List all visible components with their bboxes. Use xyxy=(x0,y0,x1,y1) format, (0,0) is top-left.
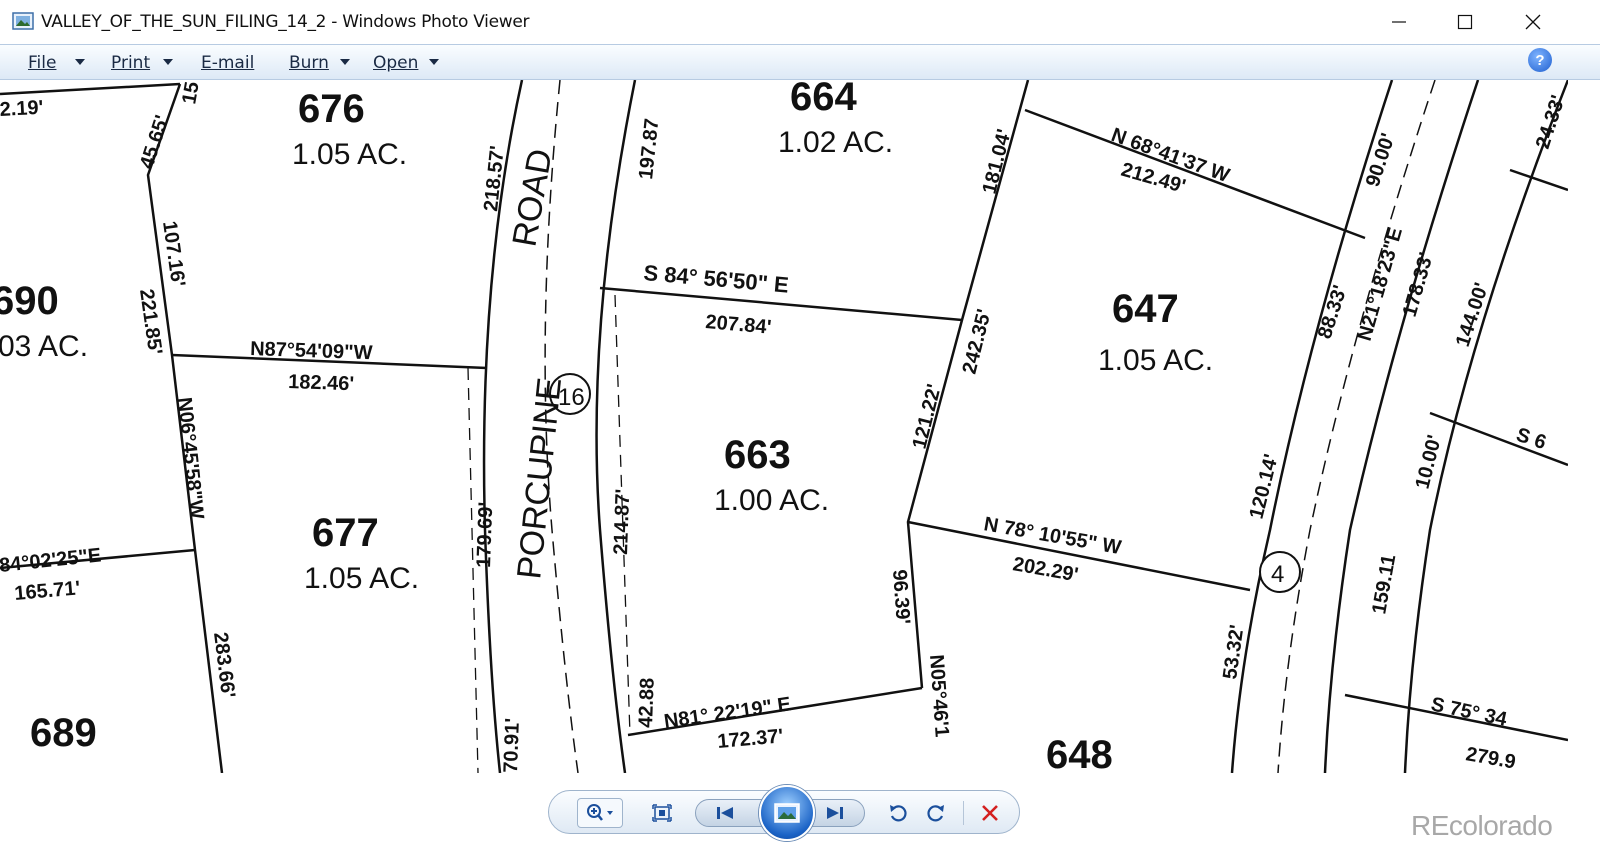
slideshow-button[interactable] xyxy=(759,785,815,841)
distance-label: 197.87 xyxy=(635,117,663,180)
bearing-label: N21°18'23"E xyxy=(1354,225,1407,343)
distance-label: 88.33' xyxy=(1314,283,1352,342)
previous-button[interactable] xyxy=(710,800,740,826)
file-menu[interactable]: File xyxy=(28,53,56,73)
zoom-icon xyxy=(587,804,613,821)
lot-acres: 1.05 AC. xyxy=(1098,344,1213,377)
skip-previous-icon xyxy=(717,807,733,819)
burn-menu[interactable]: Burn xyxy=(289,53,329,73)
lot-number: 663 xyxy=(724,433,791,477)
minimize-button[interactable] xyxy=(1376,0,1422,44)
distance-label: 144.00' xyxy=(1452,280,1493,350)
email-menu[interactable]: E-mail xyxy=(201,53,254,73)
bearing-label: N05°46'1 xyxy=(925,654,953,738)
next-button[interactable] xyxy=(820,800,850,826)
road-type: ROAD xyxy=(505,146,559,249)
distance-label: 182.46' xyxy=(288,371,355,395)
bearing-label: N 78° 10'55" W xyxy=(982,513,1123,559)
close-button[interactable] xyxy=(1510,0,1556,44)
menu-bar: File Print E-mail Burn Open xyxy=(0,44,1600,80)
open-menu[interactable]: Open xyxy=(373,53,418,73)
distance-label: 283.66' xyxy=(209,631,239,699)
print-menu-chevron-down-icon[interactable] xyxy=(163,59,173,65)
lot-number: 664 xyxy=(790,80,857,119)
print-menu[interactable]: Print xyxy=(111,53,150,73)
bearing-label: S 75° 34 xyxy=(1429,693,1510,731)
distance-label: 218.57' xyxy=(480,145,509,213)
distance-label: 172.37' xyxy=(717,725,785,753)
maximize-button[interactable] xyxy=(1442,0,1488,44)
close-icon xyxy=(1525,14,1541,30)
image-viewport: 676 1.05 AC. 664 1.02 AC. 690 03 AC. 647… xyxy=(0,80,1568,773)
burn-menu-chevron-down-icon[interactable] xyxy=(340,59,350,65)
zoom-button[interactable] xyxy=(577,798,623,828)
bearing-label: S 84° 56'50" E xyxy=(643,260,790,298)
bearing-label: N87°54'09"W xyxy=(250,338,373,364)
distance-label: 221.85' xyxy=(135,288,166,356)
distance-label: 214.87' xyxy=(610,489,634,556)
title-bar: VALLEY_OF_THE_SUN_FILING_14_2 - Windows … xyxy=(0,0,1600,44)
distance-label: 202.29' xyxy=(1011,553,1080,586)
toolbar-divider xyxy=(963,801,964,825)
rotate-clockwise-button[interactable] xyxy=(921,798,951,828)
plat-map-image: 676 1.05 AC. 664 1.02 AC. 690 03 AC. 647… xyxy=(0,80,1568,773)
distance-label: 70.91' xyxy=(500,718,524,773)
slideshow-icon xyxy=(774,803,800,823)
viewer-controls xyxy=(548,785,1020,841)
watermark: REcolorado xyxy=(1411,810,1553,841)
lot-number: 689 xyxy=(30,711,97,755)
maximize-icon xyxy=(1457,14,1473,30)
lot-acres: 1.00 AC. xyxy=(714,484,829,517)
distance-label: 178.33' xyxy=(1399,250,1438,319)
road-number: 16 xyxy=(558,384,585,411)
distance-label: 24.33' xyxy=(1532,93,1568,152)
bearing-label: 84°02'25"E xyxy=(0,544,102,577)
distance-label: 279.9 xyxy=(1464,743,1517,773)
rotate-counterclockwise-button[interactable] xyxy=(883,798,913,828)
delete-button[interactable] xyxy=(975,798,1005,828)
distance-label: 207.84' xyxy=(705,311,773,339)
lot-number: 690 xyxy=(0,279,59,323)
distance-label: 15 xyxy=(178,80,204,106)
lot-number: 648 xyxy=(1046,733,1113,773)
distance-label: 121.22' xyxy=(909,382,946,451)
window-title: VALLEY_OF_THE_SUN_FILING_14_2 - Windows … xyxy=(41,12,530,32)
distance-label: 159.11 xyxy=(1368,553,1400,616)
file-menu-chevron-down-icon[interactable] xyxy=(75,59,85,65)
distance-label: 42.88 xyxy=(635,677,659,728)
lot-number: 677 xyxy=(312,511,379,555)
lot-number: 676 xyxy=(298,87,365,131)
lot-acres: 1.02 AC. xyxy=(778,126,893,159)
distance-label: 96.39' xyxy=(888,569,914,625)
help-button[interactable]: ? xyxy=(1528,48,1552,72)
distance-label: 2.19' xyxy=(0,97,44,121)
bearing-label: N06°45'58"W xyxy=(173,396,208,520)
distance-label: 165.71' xyxy=(14,577,82,605)
lot-number: 647 xyxy=(1112,287,1179,331)
photo-viewer-icon xyxy=(12,12,34,30)
skip-next-icon xyxy=(827,807,843,819)
rotate-right-icon xyxy=(927,805,944,822)
rotate-left-icon xyxy=(890,805,907,822)
minimize-icon xyxy=(1392,21,1406,23)
lot-acres: 1.05 AC. xyxy=(292,138,407,171)
lot-acres: 03 AC. xyxy=(0,330,88,363)
actual-size-button[interactable] xyxy=(647,798,677,828)
distance-label: 181.04' xyxy=(979,127,1016,196)
road-number-2: 4 xyxy=(1271,561,1284,588)
distance-label: 179.69' xyxy=(473,502,497,569)
distance-label: 242.35' xyxy=(959,307,996,376)
distance-label: 120.14' xyxy=(1246,452,1283,521)
delete-x-icon xyxy=(982,805,998,821)
open-menu-chevron-down-icon[interactable] xyxy=(429,59,439,65)
lot-acres: 1.05 AC. xyxy=(304,562,419,595)
distance-label: 45.65' xyxy=(136,113,174,172)
actual-size-icon xyxy=(652,804,672,822)
bearing-label: S 6 xyxy=(1513,424,1548,454)
